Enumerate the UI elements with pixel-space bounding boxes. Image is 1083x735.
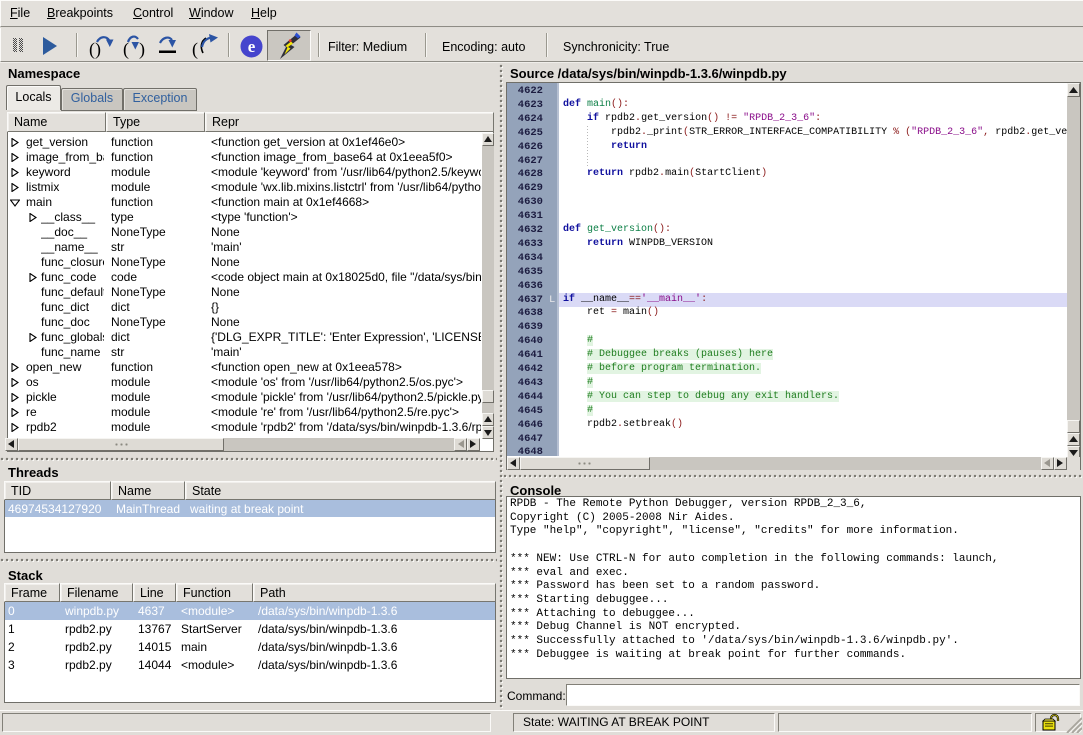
svg-text:(): (): [89, 39, 101, 60]
svg-text:(: (: [123, 39, 129, 60]
svg-text:): ): [139, 39, 145, 60]
svg-text:e: e: [248, 37, 256, 56]
svg-text:(: (: [192, 39, 198, 60]
